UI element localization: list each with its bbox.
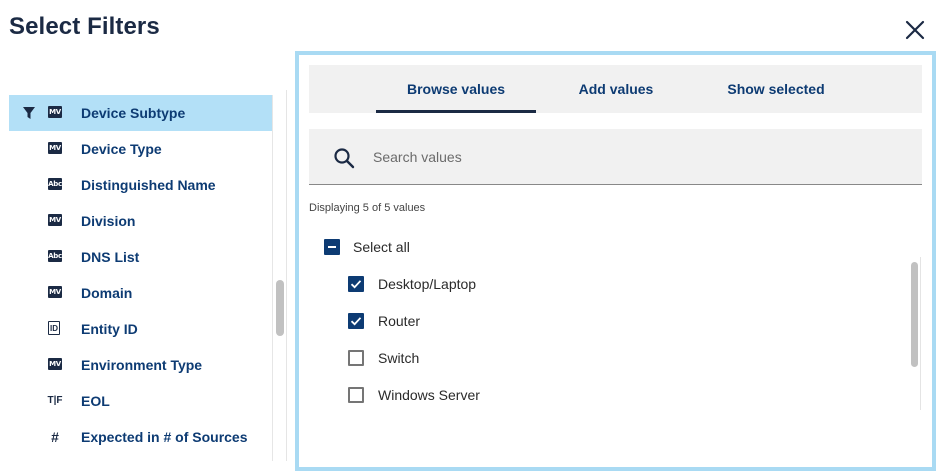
divider (272, 95, 273, 461)
field-label: Entity ID (81, 321, 138, 337)
tabs-bar: Browse values Add values Show selected (309, 65, 922, 113)
scroll-track (286, 90, 287, 461)
checked-checkbox-icon (348, 276, 364, 292)
field-item-expected-sources[interactable]: # Expected in # of Sources (9, 419, 272, 455)
unchecked-checkbox-icon (348, 387, 364, 403)
multi-value-icon: MV (48, 106, 62, 118)
field-label: Expected in # of Sources (81, 429, 248, 445)
tab-add-values[interactable]: Add values (536, 65, 696, 113)
field-label: EOL (81, 393, 110, 409)
field-item-environment-type[interactable]: MV Environment Type (9, 347, 272, 383)
search-input[interactable] (371, 143, 895, 171)
field-item-dns-list[interactable]: Abc DNS List (9, 239, 272, 275)
checked-checkbox-icon (348, 313, 364, 329)
field-label: Device Subtype (81, 105, 186, 121)
value-label: Desktop/Laptop (378, 276, 477, 292)
value-label: Router (378, 313, 421, 329)
scroll-track (920, 257, 921, 410)
dialog-title: Select Filters (9, 13, 160, 40)
values-count: Displaying 5 of 5 values (309, 202, 426, 214)
field-item-entity-id[interactable]: ID Entity ID (9, 311, 272, 347)
close-icon[interactable] (904, 19, 926, 41)
filter-icon (23, 107, 35, 119)
value-label: Switch (378, 350, 420, 366)
field-label: DNS List (81, 249, 140, 265)
id-type-icon: ID (48, 321, 60, 335)
indeterminate-checkbox-icon (324, 239, 340, 255)
unchecked-checkbox-icon (348, 350, 364, 366)
field-item-division[interactable]: MV Division (9, 203, 272, 239)
values-scrollbar[interactable] (911, 262, 918, 367)
search-box (309, 129, 922, 185)
hash-icon: # (51, 429, 59, 445)
tab-browse-values[interactable]: Browse values (376, 65, 536, 113)
field-label: Division (81, 213, 136, 229)
field-label: Environment Type (81, 357, 203, 373)
field-list-scrollbar[interactable] (276, 280, 284, 336)
field-label: Device Type (81, 141, 162, 157)
field-label: Distinguished Name (81, 177, 216, 193)
values-panel (295, 51, 936, 471)
multi-value-icon: MV (48, 214, 62, 226)
field-label: Domain (81, 285, 133, 301)
text-type-icon: Abc (48, 178, 62, 190)
field-list: MV Device Subtype MV Device Type Abc Dis… (9, 95, 272, 461)
field-item-device-subtype[interactable]: MV Device Subtype (9, 95, 272, 131)
value-label: Windows Server (378, 387, 480, 403)
search-icon (334, 148, 355, 169)
field-item-eol[interactable]: T|F EOL (9, 383, 272, 419)
tab-show-selected[interactable]: Show selected (696, 65, 856, 113)
boolean-type-icon: T|F (47, 395, 63, 406)
multi-value-icon: MV (48, 142, 62, 154)
field-item-device-type[interactable]: MV Device Type (9, 131, 272, 167)
multi-value-icon: MV (48, 286, 62, 298)
field-item-distinguished-name[interactable]: Abc Distinguished Name (9, 167, 272, 203)
select-all-label: Select all (353, 239, 410, 255)
multi-value-icon: MV (48, 358, 62, 370)
text-type-icon: Abc (48, 250, 62, 262)
field-item-domain[interactable]: MV Domain (9, 275, 272, 311)
